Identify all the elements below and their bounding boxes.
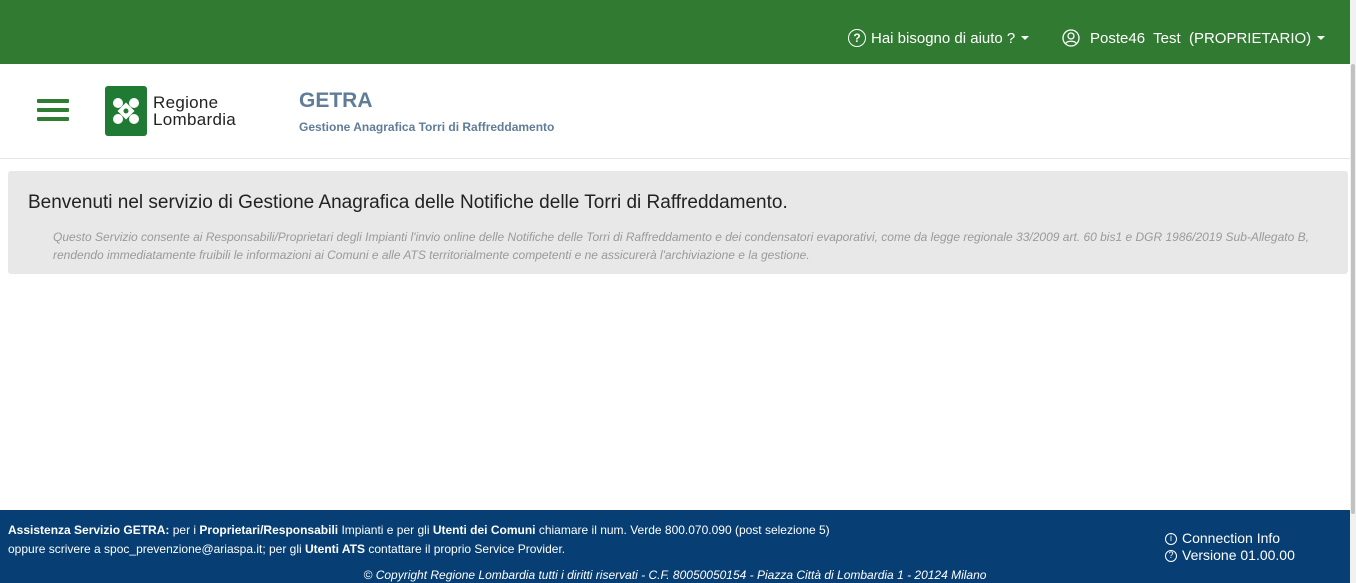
app-header: Regione Lombardia GETRA Gestione Anagraf…: [0, 64, 1350, 159]
assist-bold: Utenti dei Comuni: [432, 523, 536, 537]
lombardia-rose-icon: [113, 98, 139, 124]
version-link[interactable]: ? Versione 01.00.00: [1165, 547, 1295, 564]
assist-title: Assistenza Servizio GETRA:: [8, 523, 170, 537]
assist-bold: Utenti ATS: [305, 542, 366, 556]
app-subtitle: Gestione Anagrafica Torri di Raffreddame…: [299, 120, 555, 134]
top-bar: ? Hai bisogno di aiuto ? Poste46 Test (P…: [0, 0, 1350, 64]
caret-down-icon: [1317, 36, 1326, 40]
version-label: Versione 01.00.00: [1182, 547, 1295, 563]
user-menu[interactable]: Poste46 Test (PROPRIETARIO): [1062, 29, 1326, 47]
assist-text: contattare il proprio Service Provider.: [365, 542, 566, 556]
assist-text: per i: [169, 523, 200, 537]
assistance-info: Assistenza Servizio GETRA: per i Proprie…: [8, 521, 830, 559]
question-icon: ?: [1165, 549, 1177, 562]
regione-lombardia-logo-mark: [105, 86, 147, 136]
user-label: Poste46 Test (PROPRIETARIO): [1090, 29, 1312, 47]
scrollbar[interactable]: [1350, 0, 1356, 583]
help-menu[interactable]: ? Hai bisogno di aiuto ?: [848, 29, 1030, 47]
question-circle-icon: ?: [848, 29, 866, 47]
menu-toggle-button[interactable]: [37, 99, 69, 121]
footer: Assistenza Servizio GETRA: per i Proprie…: [0, 510, 1350, 583]
logo-line-1: Regione: [153, 93, 219, 112]
help-label: Hai bisogno di aiuto ?: [871, 29, 1016, 47]
logo-line-2: Lombardia: [153, 110, 237, 129]
user-circle-icon: [1062, 29, 1080, 47]
info-icon: i: [1165, 532, 1177, 545]
caret-down-icon: [1021, 36, 1030, 40]
assist-bold: Proprietari/Responsabili: [199, 523, 339, 537]
assist-text: oppure scrivere a spoc_prevenzione@arias…: [8, 542, 306, 556]
app-title: GETRA: [299, 89, 373, 112]
assist-text: Impianti e per gli: [338, 523, 433, 537]
welcome-description: Questo Servizio consente ai Responsabili…: [53, 230, 1309, 262]
regione-lombardia-logo[interactable]: Regione Lombardia: [105, 86, 236, 136]
copyright: © Copyright Regione Lombardia tutti i di…: [363, 568, 987, 582]
assist-text: chiamare il num. Verde 800.070.090 (post…: [535, 523, 830, 537]
welcome-panel: Benvenuti nel servizio di Gestione Anagr…: [8, 171, 1348, 274]
connection-info-label: Connection Info: [1182, 530, 1281, 546]
connection-info-link[interactable]: i Connection Info: [1165, 530, 1295, 547]
scrollbar-thumb[interactable]: [1351, 64, 1355, 514]
welcome-title: Benvenuti nel servizio di Gestione Anagr…: [28, 192, 788, 213]
footer-info: i Connection Info ? Versione 01.00.00: [1165, 530, 1295, 564]
